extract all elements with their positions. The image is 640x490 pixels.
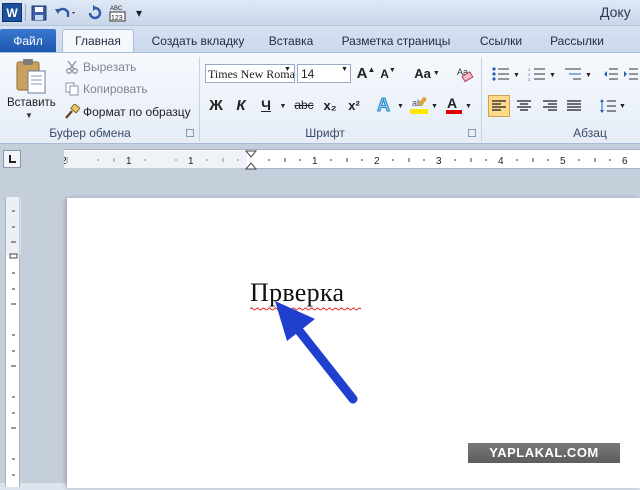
ruler-ticks: 2 1 1 1 2 3 4 5 6: [61, 150, 628, 170]
ruler-number: 2: [374, 156, 380, 167]
subscript-button[interactable]: x₂: [320, 95, 340, 115]
clear-formatting-icon[interactable]: Aa: [456, 65, 474, 83]
underline-button[interactable]: Ч: [257, 95, 275, 115]
ruler-number: 5: [560, 156, 566, 167]
clipboard-group-label: Буфер обмена: [49, 126, 131, 140]
undo-icon[interactable]: [54, 3, 78, 22]
tab-mailings[interactable]: Рассылки: [542, 29, 612, 52]
left-tab-icon: [9, 155, 16, 163]
svg-text:123: 123: [111, 15, 123, 22]
format-painter-label: Формат по образцу: [83, 105, 191, 119]
paste-dropdown-icon[interactable]: ▼: [25, 111, 33, 120]
numbering-dropdown-icon[interactable]: ▼: [548, 68, 557, 82]
increase-indent-icon[interactable]: [622, 65, 640, 83]
font-name-combobox[interactable]: Times New Roman: [205, 64, 295, 83]
bullets-dropdown-icon[interactable]: ▼: [512, 68, 521, 82]
decrease-indent-icon[interactable]: [602, 65, 620, 83]
align-right-icon[interactable]: [540, 95, 560, 117]
cut-label: Вырезать: [83, 60, 137, 74]
underline-dropdown-icon[interactable]: ▼: [278, 99, 288, 113]
ribbon-tabs: Файл Главная Создать вкладку Вставка Раз…: [0, 26, 640, 52]
text-effects-icon[interactable]: A: [374, 93, 396, 115]
customize-quick-access-button[interactable]: ▾: [132, 3, 146, 22]
svg-text:ABC: ABC: [110, 6, 123, 12]
font-color-dropdown-icon[interactable]: ▼: [464, 99, 473, 113]
strikethrough-button[interactable]: abc: [292, 95, 316, 115]
ruler-number: 1: [188, 156, 194, 167]
font-launcher-icon[interactable]: [468, 129, 476, 137]
shrink-font-button[interactable]: A ▼: [380, 64, 396, 83]
copy-icon: [64, 81, 80, 97]
ruler-number: 1: [312, 156, 318, 167]
shrink-font-icon: A: [380, 66, 389, 81]
font-group-label: Шрифт: [305, 126, 345, 140]
text-effects-dropdown-icon[interactable]: ▼: [396, 99, 405, 113]
ruler-number: 4: [498, 156, 504, 167]
title-bar: W ABC 123 ▾ Доку: [0, 0, 640, 26]
align-center-icon[interactable]: [514, 95, 534, 117]
paintbrush-icon: [64, 104, 80, 120]
change-case-icon: Aa: [414, 66, 431, 81]
site-watermark: YAPLAKAL.COM: [468, 443, 620, 463]
clipboard-launcher-icon[interactable]: [186, 129, 194, 137]
tab-add-tab[interactable]: Создать вкладку: [142, 29, 254, 52]
multilevel-list-icon[interactable]: [562, 65, 584, 83]
copy-label: Копировать: [83, 82, 148, 96]
copy-button[interactable]: Копировать: [64, 80, 148, 98]
ruler-number: 2: [64, 156, 67, 167]
font-name-dropdown-icon[interactable]: ▼: [284, 66, 291, 73]
grow-font-icon: A: [356, 65, 368, 82]
tab-insert[interactable]: Вставка: [260, 29, 322, 52]
tab-references[interactable]: Ссылки: [466, 29, 536, 52]
highlight-dropdown-icon[interactable]: ▼: [430, 99, 439, 113]
grow-font-button[interactable]: A ▲: [356, 64, 376, 83]
svg-text:A: A: [377, 95, 390, 114]
ruler-number: 6: [622, 156, 628, 167]
numbering-icon[interactable]: 123: [526, 65, 548, 83]
tab-file[interactable]: Файл: [0, 29, 56, 52]
paste-icon[interactable]: [14, 57, 48, 97]
superscript-button[interactable]: x²: [344, 95, 364, 115]
ribbon: Вставить ▼ Вырезать Копировать Формат по…: [0, 52, 640, 144]
scissors-icon: [64, 59, 80, 75]
paste-button-label[interactable]: Вставить: [7, 97, 56, 109]
window-title: Доку: [600, 4, 631, 20]
word-logo-icon: W: [2, 3, 22, 22]
font-color-icon[interactable]: A: [444, 95, 464, 115]
line-spacing-dropdown-icon[interactable]: ▼: [618, 99, 627, 113]
bold-button[interactable]: Ж: [207, 95, 225, 115]
redo-icon[interactable]: [86, 3, 104, 22]
svg-text:3: 3: [528, 77, 531, 81]
document-area: 2 1 1 1 2 3 4 5 6 Прверка: [0, 144, 640, 488]
multilevel-dropdown-icon[interactable]: ▼: [584, 68, 593, 82]
align-left-button[interactable]: [488, 95, 510, 117]
line-spacing-icon[interactable]: [598, 95, 618, 117]
pointer-arrow-icon: [275, 301, 358, 404]
font-size-dropdown-icon[interactable]: ▼: [341, 66, 348, 73]
italic-button[interactable]: К: [232, 95, 250, 115]
paragraph-group-label: Абзац: [573, 126, 607, 140]
tab-home[interactable]: Главная: [62, 29, 134, 52]
justify-icon[interactable]: [564, 95, 584, 117]
ruler-number: 3: [436, 156, 442, 167]
vertical-ruler[interactable]: [5, 197, 21, 487]
vertical-ruler-ticks: [6, 197, 21, 476]
tab-selector-button[interactable]: [3, 150, 21, 168]
bullets-icon[interactable]: [490, 65, 512, 83]
change-case-button[interactable]: Aa ▼: [412, 64, 442, 83]
tab-page-layout[interactable]: Разметка страницы: [334, 29, 458, 52]
group-separator: [481, 57, 482, 141]
highlight-color-icon[interactable]: ab: [408, 95, 430, 115]
svg-text:A: A: [447, 95, 457, 111]
horizontal-ruler[interactable]: 2 1 1 1 2 3 4 5 6: [61, 149, 640, 170]
group-separator: [199, 57, 200, 141]
save-icon[interactable]: [30, 3, 48, 22]
quick-access-separator: [25, 4, 26, 21]
spelling-abc-icon[interactable]: ABC 123: [108, 3, 128, 22]
ruler-number: 1: [126, 156, 132, 167]
format-painter-button[interactable]: Формат по образцу: [64, 103, 191, 121]
cut-button[interactable]: Вырезать: [64, 58, 136, 76]
